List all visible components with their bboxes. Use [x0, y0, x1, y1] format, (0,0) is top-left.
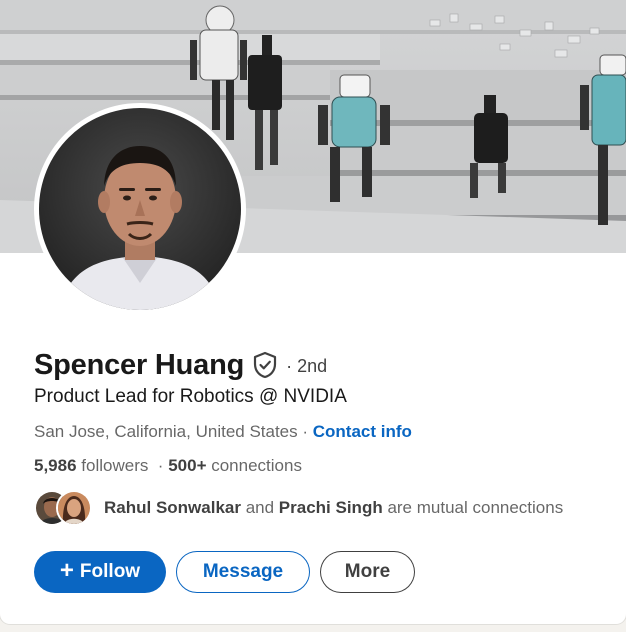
message-label: Message — [202, 561, 284, 582]
mutual-connections-text[interactable]: Rahul Sonwalkar and Prachi Singh are mut… — [104, 498, 563, 518]
mutual-joiner: and — [240, 498, 279, 517]
mutual-avatars — [34, 488, 96, 528]
mutual-avatar-2 — [56, 490, 92, 526]
follow-label: Follow — [79, 561, 141, 582]
followers-label: followers — [76, 456, 149, 475]
location-row: San Jose, California, United States · Co… — [34, 422, 412, 442]
profile-card: Spencer Huang · 2nd Product Lead for Rob… — [0, 0, 626, 624]
mutual-person-2: Prachi Singh — [278, 498, 383, 517]
more-label: More — [344, 561, 391, 582]
shield-check-icon[interactable] — [252, 351, 278, 379]
profile-headline: Product Lead for Robotics @ NVIDIA — [34, 386, 347, 407]
name-row: Spencer Huang · 2nd — [34, 346, 327, 384]
mutual-suffix: are mutual connections — [382, 498, 564, 517]
plus-icon: + — [59, 557, 74, 584]
location-separator: · — [297, 422, 313, 441]
connection-degree: · 2nd — [286, 355, 328, 376]
message-button[interactable]: Message — [176, 551, 310, 593]
profile-name: Spencer Huang — [34, 348, 245, 381]
profile-avatar[interactable] — [34, 103, 246, 315]
profile-location: San Jose, California, United States — [34, 422, 298, 441]
connections-label[interactable]: connections — [207, 456, 302, 475]
connections-count[interactable]: 500+ — [168, 456, 206, 475]
mutual-connections[interactable]: Rahul Sonwalkar and Prachi Singh are mut… — [34, 488, 563, 528]
more-button[interactable]: More — [320, 551, 415, 593]
followers-count: 5,986 — [34, 456, 77, 475]
profile-photo — [39, 108, 241, 310]
stats-row: 5,986 followers · 500+ connections — [34, 456, 302, 476]
mutual-person-1: Rahul Sonwalkar — [104, 498, 241, 517]
stats-separator: · — [148, 456, 169, 475]
follow-button[interactable]: + Follow — [34, 551, 166, 593]
contact-info-link[interactable]: Contact info — [313, 422, 412, 441]
profile-actions: + Follow Message More — [34, 551, 415, 593]
